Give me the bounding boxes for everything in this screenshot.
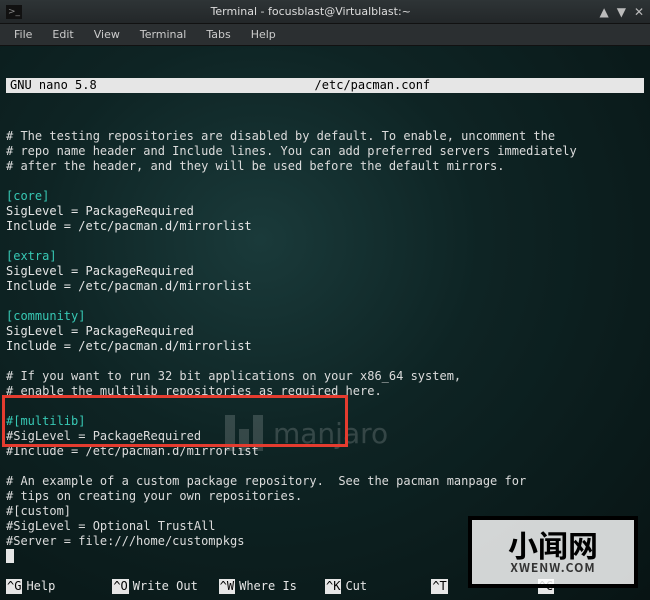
nano-filename: /etc/pacman.conf: [101, 78, 644, 93]
comment-line: # repo name header and Include lines. Yo…: [6, 144, 577, 158]
watermark-text: 小闻网: [508, 529, 598, 559]
window-title: Terminal - focusblast@Virtualblast:~: [30, 5, 591, 18]
config-line: Include = /etc/pacman.d/mirrorlist: [6, 219, 252, 233]
config-line: #SigLevel = PackageRequired: [6, 429, 201, 443]
maximize-button[interactable]: ▼: [617, 5, 626, 19]
shortcut-help: ^GHelp: [6, 579, 112, 594]
config-line: #Include = /etc/pacman.d/mirrorlist: [6, 444, 259, 458]
config-line: SigLevel = PackageRequired: [6, 324, 194, 338]
watermark-url: XWENW.COM: [510, 559, 595, 576]
menu-view[interactable]: View: [84, 26, 130, 43]
comment-line: # tips on creating your own repositories…: [6, 489, 302, 503]
nano-header: GNU nano 5.8 /etc/pacman.conf: [6, 78, 644, 93]
nano-version: GNU nano 5.8: [6, 78, 101, 93]
config-line: Include = /etc/pacman.d/mirrorlist: [6, 339, 252, 353]
config-line: SigLevel = PackageRequired: [6, 204, 194, 218]
section-header-community: [community]: [6, 309, 85, 323]
menu-file[interactable]: File: [4, 26, 42, 43]
shortcut-cut: ^KCut: [325, 579, 431, 594]
section-header-core: [core]: [6, 189, 49, 203]
terminal-icon: >_: [6, 5, 22, 19]
site-watermark: 小闻网 XWENW.COM: [468, 516, 638, 588]
menu-tabs[interactable]: Tabs: [196, 26, 240, 43]
config-line: SigLevel = PackageRequired: [6, 264, 194, 278]
text-cursor: [6, 549, 14, 563]
menu-terminal[interactable]: Terminal: [130, 26, 197, 43]
config-line: #SigLevel = Optional TrustAll: [6, 519, 216, 533]
shortcut-whereis: ^WWhere Is: [219, 579, 325, 594]
comment-line: # enable the multilib repositories as re…: [6, 384, 382, 398]
comment-line: # If you want to run 32 bit applications…: [6, 369, 461, 383]
window-titlebar: >_ Terminal - focusblast@Virtualblast:~ …: [0, 0, 650, 24]
config-line: Include = /etc/pacman.d/mirrorlist: [6, 279, 252, 293]
menu-help[interactable]: Help: [241, 26, 286, 43]
section-header-multilib: #[multilib]: [6, 414, 85, 428]
minimize-button[interactable]: ▲: [599, 5, 608, 19]
config-line: #Server = file:///home/custompkgs: [6, 534, 244, 548]
shortcut-writeout: ^OWrite Out: [112, 579, 218, 594]
menu-bar: File Edit View Terminal Tabs Help: [0, 24, 650, 46]
comment-line: # after the header, and they will be use…: [6, 159, 505, 173]
section-header-extra: [extra]: [6, 249, 57, 263]
menu-edit[interactable]: Edit: [42, 26, 83, 43]
comment-line: # An example of a custom package reposit…: [6, 474, 526, 488]
comment-line: # The testing repositories are disabled …: [6, 129, 555, 143]
close-button[interactable]: ✕: [634, 5, 644, 19]
config-line: #[custom]: [6, 504, 71, 518]
